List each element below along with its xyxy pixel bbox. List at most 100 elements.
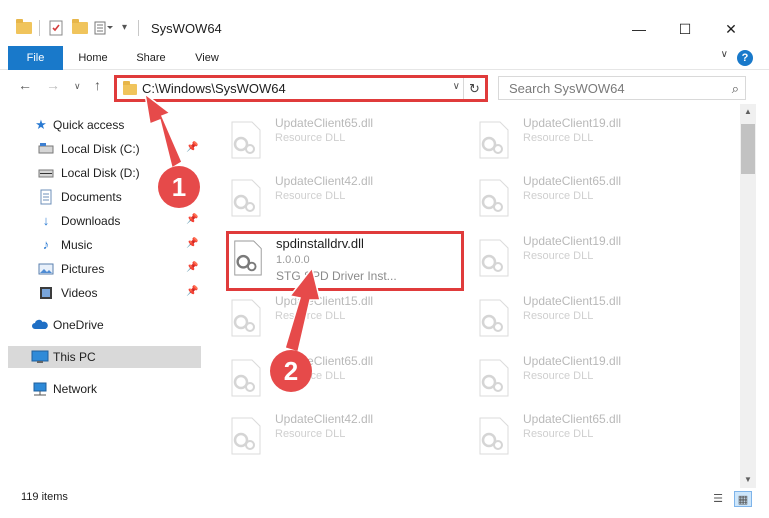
sidebar-item-label: Network [53, 382, 98, 396]
sidebar-item-label: Videos [61, 286, 98, 300]
drive-icon [38, 165, 54, 181]
file-description: Resource DLL [275, 132, 346, 144]
file-description: Resource DLL [275, 190, 346, 202]
tab-file[interactable]: File [8, 46, 63, 70]
back-arrow-icon[interactable]: ← [18, 77, 32, 93]
file-description: Resource DLL [523, 428, 594, 440]
search-input[interactable]: Search SysWOW64 ⌕ [498, 76, 746, 100]
file-tile-spdinstalldrv[interactable]: spdinstalldrv.dll 1.0.0.0 STG SPD Driver… [226, 231, 464, 291]
music-icon: ♪ [42, 237, 50, 252]
file-description: STG SPD Driver Inst... [276, 269, 397, 283]
navigation-bar: ← → ∨ ↑ C:\Windows\SysWOW64 ∨ ↻ Search S… [0, 72, 769, 104]
download-icon: ↓ [42, 213, 50, 228]
folder-icon [123, 81, 137, 95]
up-arrow-icon[interactable]: ↑ [94, 77, 101, 93]
sidebar-item-quick-access[interactable]: ★ Quick access [0, 114, 202, 136]
properties-icon[interactable] [48, 20, 64, 36]
sidebar-item-label: OneDrive [53, 318, 104, 332]
dll-file-icon [231, 238, 265, 278]
quick-access-dropdown-icon[interactable]: ▾ [122, 20, 138, 36]
file-tile[interactable]: UpdateClient65.dll Resource DLL [210, 350, 450, 410]
tab-share[interactable]: Share [128, 46, 174, 70]
sidebar-item-videos[interactable]: Videos 📌 [0, 282, 202, 304]
sidebar-item-music[interactable]: ♪ Music 📌 [0, 234, 202, 256]
scroll-thumb[interactable] [741, 124, 755, 174]
recent-locations-icon[interactable]: ∨ [74, 81, 81, 92]
step-1-badge: 1 [158, 166, 200, 208]
new-folder-icon[interactable] [72, 19, 88, 36]
address-path[interactable]: C:\Windows\SysWOW64 [142, 81, 286, 96]
pin-icon[interactable]: 📌 [186, 286, 198, 297]
videos-icon [38, 285, 54, 301]
scroll-up-icon[interactable]: ▲ [740, 104, 756, 120]
file-tile[interactable]: UpdateClient65.dll Resource DLL [458, 408, 698, 468]
dll-file-icon [476, 120, 512, 160]
dll-file-icon [476, 298, 512, 338]
file-description: Resource DLL [523, 370, 594, 382]
pictures-icon [38, 261, 54, 277]
sidebar-item-label: Music [61, 238, 93, 252]
file-tile[interactable]: UpdateClient42.dll Resource DLL [210, 170, 450, 230]
details-view-icon[interactable]: ☰ [709, 491, 727, 507]
minimize-button[interactable]: — [616, 14, 662, 44]
sidebar-item-pictures[interactable]: Pictures 📌 [0, 258, 202, 280]
file-tile[interactable]: UpdateClient65.dll Resource DLL [210, 112, 450, 172]
sidebar-item-label: Pictures [61, 262, 105, 276]
large-icons-view-icon[interactable]: ▦ [734, 491, 752, 507]
folder-icon[interactable] [16, 19, 32, 36]
file-tile[interactable]: UpdateClient15.dll Resource DLL [458, 290, 698, 350]
refresh-icon[interactable]: ↻ [463, 78, 485, 99]
file-list: UpdateClient65.dll Resource DLL UpdateCl… [210, 112, 740, 484]
file-description: Resource DLL [523, 132, 594, 144]
dll-file-icon [228, 178, 264, 218]
file-description: Resource DLL [275, 310, 346, 322]
pin-icon[interactable]: 📌 [186, 214, 198, 225]
file-tile[interactable]: UpdateClient15.dll Resource DLL [210, 290, 450, 350]
divider [138, 20, 139, 36]
help-icon[interactable]: ? [737, 50, 753, 66]
file-tile[interactable]: UpdateClient19.dll Resource DLL [458, 112, 698, 172]
vertical-scrollbar[interactable]: ▲ ▼ [740, 104, 756, 488]
file-name: UpdateClient65.dll [523, 174, 622, 188]
sidebar-item-local-disk-c[interactable]: Local Disk (C:) 📌 [0, 138, 202, 160]
maximize-button[interactable]: ☐ [662, 14, 708, 44]
sidebar-item-network[interactable]: Network [0, 378, 202, 400]
sidebar-item-this-pc[interactable]: This PC [8, 346, 201, 368]
sidebar-item-onedrive[interactable]: OneDrive [0, 314, 202, 336]
close-button[interactable]: ✕ [708, 14, 754, 44]
step-2-badge: 2 [270, 350, 312, 392]
search-icon[interactable]: ⌕ [732, 81, 739, 97]
customize-view-icon[interactable] [94, 20, 113, 36]
pin-icon[interactable]: 📌 [186, 262, 198, 273]
drive-icon [38, 141, 54, 157]
dll-file-icon [228, 358, 264, 398]
dll-file-icon [476, 238, 512, 278]
sidebar-item-downloads[interactable]: ↓ Downloads 📌 [0, 210, 202, 232]
pin-icon[interactable]: 📌 [186, 142, 198, 153]
pin-icon[interactable]: 📌 [186, 238, 198, 249]
collapse-ribbon-icon[interactable]: ∨ [721, 49, 728, 60]
forward-arrow-icon[interactable]: → [46, 77, 60, 93]
sidebar-item-label: Local Disk (D:) [61, 166, 140, 180]
file-tile[interactable]: UpdateClient19.dll Resource DLL [458, 230, 698, 290]
file-name: UpdateClient65.dll [523, 412, 622, 426]
divider [39, 20, 40, 36]
tab-home[interactable]: Home [70, 46, 116, 70]
file-name: UpdateClient42.dll [275, 174, 374, 188]
chevron-down-icon[interactable]: ∨ [453, 81, 460, 92]
file-name: spdinstalldrv.dll [276, 236, 364, 251]
tab-view[interactable]: View [184, 46, 230, 70]
scroll-down-icon[interactable]: ▼ [740, 472, 756, 488]
sidebar-item-label: This PC [53, 350, 96, 364]
file-name: UpdateClient42.dll [275, 412, 374, 426]
sidebar-item-label: Documents [61, 190, 122, 204]
file-tile[interactable]: UpdateClient65.dll Resource DLL [458, 170, 698, 230]
title-bar: ▾ SysWOW64 — ☐ ✕ [0, 0, 769, 44]
file-tile[interactable]: UpdateClient42.dll Resource DLL [210, 408, 450, 468]
dll-file-icon [476, 416, 512, 456]
address-bar[interactable]: C:\Windows\SysWOW64 ∨ ↻ [114, 75, 488, 102]
file-tile[interactable]: UpdateClient19.dll Resource DLL [458, 350, 698, 410]
dll-file-icon [228, 120, 264, 160]
star-icon: ★ [35, 117, 47, 132]
documents-icon [38, 189, 54, 205]
